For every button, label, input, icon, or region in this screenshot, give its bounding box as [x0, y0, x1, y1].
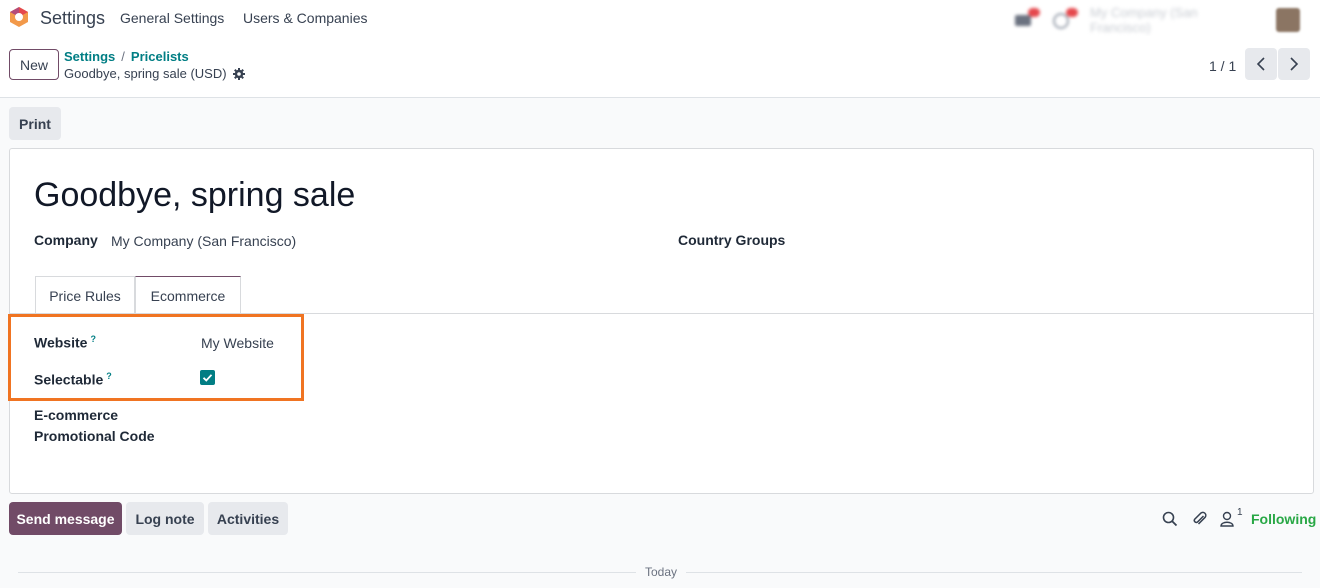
gear-icon[interactable]	[232, 67, 245, 80]
activities-icon[interactable]	[1052, 8, 1078, 30]
print-button[interactable]: Print	[9, 107, 61, 140]
company-label: Company	[34, 232, 98, 248]
highlight-annotation	[8, 314, 304, 401]
user-icon[interactable]	[1219, 510, 1237, 528]
messages-icon[interactable]	[1014, 8, 1040, 30]
ecommerce-promo-label-line1: E-commerce	[34, 407, 119, 423]
country-groups-label: Country Groups	[678, 232, 786, 248]
pager-previous-button[interactable]	[1245, 48, 1277, 80]
ecommerce-promo-label-line2: Promotional Code	[34, 428, 155, 444]
top-navbar: Settings General Settings Users & Compan…	[0, 0, 1320, 36]
follower-count[interactable]: 1	[1237, 507, 1243, 518]
breadcrumb-separator: /	[121, 49, 125, 64]
log-note-button[interactable]: Log note	[126, 502, 204, 535]
activities-button[interactable]: Activities	[208, 502, 288, 535]
chevron-right-icon	[1290, 57, 1299, 71]
company-switcher[interactable]: My Company (San Francisco)	[1090, 5, 1260, 35]
breadcrumb-settings[interactable]: Settings	[64, 49, 115, 64]
company-field[interactable]: My Company (San Francisco)	[111, 233, 296, 249]
search-icon[interactable]	[1161, 510, 1179, 528]
app-title[interactable]: Settings	[40, 8, 105, 29]
breadcrumb-pricelists[interactable]: Pricelists	[131, 49, 189, 64]
following-button[interactable]: Following	[1251, 511, 1316, 527]
pager-next-button[interactable]	[1278, 48, 1310, 80]
control-panel: New Settings / Pricelists Goodbye, spring …	[0, 36, 1320, 98]
breadcrumb: Settings / Pricelists	[64, 49, 189, 64]
record-name: Goodbye, spring sale (USD)	[64, 66, 245, 81]
tab-price-rules[interactable]: Price Rules	[35, 276, 135, 314]
date-divider-right	[686, 572, 1302, 573]
chevron-left-icon	[1256, 57, 1265, 71]
date-divider-left	[18, 572, 636, 573]
new-button[interactable]: New	[9, 49, 59, 80]
pricelist-name-field[interactable]: Goodbye, spring sale	[34, 176, 355, 215]
menu-general-settings[interactable]: General Settings	[120, 10, 224, 26]
pager-value[interactable]: 1 / 1	[1209, 58, 1236, 74]
paperclip-icon[interactable]	[1191, 510, 1209, 528]
record-name-text: Goodbye, spring sale (USD)	[64, 66, 227, 81]
user-avatar[interactable]	[1276, 8, 1300, 32]
menu-users-companies[interactable]: Users & Companies	[243, 10, 368, 26]
odoo-logo-icon[interactable]	[8, 6, 30, 28]
send-message-button[interactable]: Send message	[9, 502, 122, 535]
tab-ecommerce[interactable]: Ecommerce	[135, 276, 241, 315]
systray: My Company (San Francisco)	[1014, 5, 1300, 35]
date-separator: Today	[645, 565, 678, 579]
